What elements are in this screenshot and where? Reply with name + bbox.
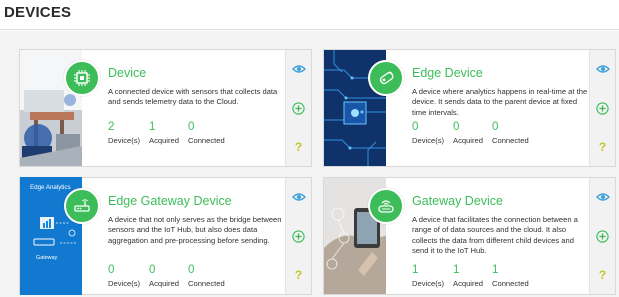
stat-label: Acquired xyxy=(453,136,483,145)
stat-value: 1 xyxy=(492,264,499,276)
card-title: Edge Gateway Device xyxy=(108,194,232,208)
stat-acquired: 0 Acquired xyxy=(453,121,483,145)
card-action-bar: ? xyxy=(285,50,311,166)
stat-label: Device(s) xyxy=(108,279,141,288)
card-title: Gateway Device xyxy=(412,194,504,208)
eye-icon xyxy=(291,65,306,73)
help-button[interactable]: ? xyxy=(590,134,615,160)
card-description: A device that not only serves as the bri… xyxy=(108,215,282,245)
page-title: DEVICES xyxy=(4,4,72,21)
stat-value: 0 xyxy=(108,264,115,276)
card-action-bar: ? xyxy=(285,178,311,294)
stat-devices: 2 Device(s) xyxy=(108,121,140,145)
stat-value: 0 xyxy=(149,264,156,276)
stat-acquired: 0 Acquired xyxy=(149,264,179,288)
stat-value: 1 xyxy=(412,264,419,276)
help-button[interactable]: ? xyxy=(286,262,311,288)
chip-icon xyxy=(64,60,100,96)
thumbnail-caption: Edge Analytics xyxy=(30,184,71,191)
gateway-icon xyxy=(368,188,404,224)
eye-icon xyxy=(595,65,610,73)
eye-icon xyxy=(595,193,610,201)
stat-value: 1 xyxy=(149,121,156,133)
gateway-device-card[interactable]: Gateway Device A device that facilitates… xyxy=(323,177,616,295)
edge-gateway-device-card[interactable]: Edge Analytics Gateway Edge Gateway Devi… xyxy=(19,177,312,295)
card-title: Device xyxy=(108,66,147,80)
plus-circle-icon xyxy=(596,101,609,115)
plus-circle-icon xyxy=(292,101,305,115)
view-button[interactable] xyxy=(286,184,311,210)
stat-value: 0 xyxy=(188,121,195,133)
stat-connected: 0 Connected xyxy=(188,264,225,288)
stat-value: 0 xyxy=(453,121,460,133)
stat-label: Connected xyxy=(188,136,225,145)
card-description: A connected device with sensors that col… xyxy=(108,87,278,107)
stat-value: 1 xyxy=(453,264,460,276)
question-mark-icon: ? xyxy=(598,268,607,282)
stat-label: Device(s) xyxy=(412,279,445,288)
card-action-bar: ? xyxy=(589,50,615,166)
help-button[interactable]: ? xyxy=(590,262,615,288)
view-button[interactable] xyxy=(590,56,615,82)
device-cards-area: Device A connected device with sensors t… xyxy=(0,31,619,297)
help-button[interactable]: ? xyxy=(286,134,311,160)
stat-label: Connected xyxy=(188,279,225,288)
stat-label: Acquired xyxy=(149,136,179,145)
card-action-bar: ? xyxy=(589,178,615,294)
stat-connected: 0 Connected xyxy=(188,121,225,145)
stat-connected: 0 Connected xyxy=(492,121,529,145)
device-card[interactable]: Device A connected device with sensors t… xyxy=(19,49,312,167)
eye-icon xyxy=(291,193,306,201)
stat-value: 0 xyxy=(188,264,195,276)
stat-value: 2 xyxy=(108,121,115,133)
stat-connected: 1 Connected xyxy=(492,264,529,288)
stat-devices: 0 Device(s) xyxy=(412,121,444,145)
stat-devices: 0 Device(s) xyxy=(108,264,140,288)
view-button[interactable] xyxy=(590,184,615,210)
stat-label: Device(s) xyxy=(108,136,141,145)
stat-acquired: 1 Acquired xyxy=(453,264,483,288)
question-mark-icon: ? xyxy=(294,140,303,154)
add-button[interactable] xyxy=(590,95,615,121)
thumbnail-subcaption: Gateway xyxy=(36,255,58,261)
question-mark-icon: ? xyxy=(294,268,303,282)
plus-circle-icon xyxy=(596,229,609,243)
plus-circle-icon xyxy=(292,229,305,243)
card-description: A device where analytics happens in real… xyxy=(412,87,588,117)
edge-device-icon xyxy=(368,60,404,96)
add-button[interactable] xyxy=(286,223,311,249)
stat-label: Connected xyxy=(492,279,529,288)
card-description: A device that facilitates the connection… xyxy=(412,215,578,255)
router-icon xyxy=(64,188,100,224)
stat-label: Connected xyxy=(492,136,529,145)
stat-devices: 1 Device(s) xyxy=(412,264,444,288)
stat-value: 0 xyxy=(412,121,419,133)
stat-acquired: 1 Acquired xyxy=(149,121,179,145)
add-button[interactable] xyxy=(590,223,615,249)
card-title: Edge Device xyxy=(412,66,483,80)
question-mark-icon: ? xyxy=(598,140,607,154)
view-button[interactable] xyxy=(286,56,311,82)
stat-label: Device(s) xyxy=(412,136,445,145)
stat-label: Acquired xyxy=(453,279,483,288)
stat-value: 0 xyxy=(492,121,499,133)
edge-device-card[interactable]: Edge Device A device where analytics hap… xyxy=(323,49,616,167)
stat-label: Acquired xyxy=(149,279,179,288)
add-button[interactable] xyxy=(286,95,311,121)
page-header: DEVICES xyxy=(0,0,619,30)
